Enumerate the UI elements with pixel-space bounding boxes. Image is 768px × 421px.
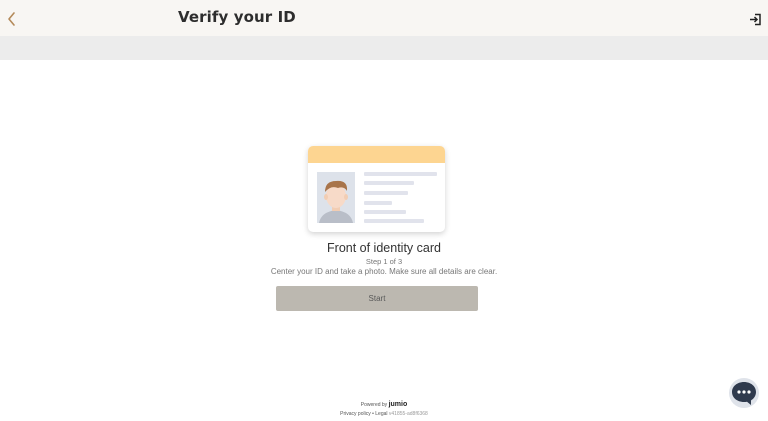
id-card-text-line (364, 210, 406, 214)
progress-bar-area (0, 36, 768, 60)
exit-icon[interactable] (749, 13, 762, 26)
header: Verify your ID (0, 0, 768, 36)
jumio-logo: jumio (388, 401, 408, 408)
privacy-policy-link[interactable]: Privacy policy (340, 411, 371, 417)
document-title: Front of identity card (327, 241, 441, 255)
chat-icon[interactable] (728, 377, 760, 409)
id-card-text-line (364, 181, 414, 185)
id-card-text-line (364, 201, 392, 205)
start-button[interactable]: Start (276, 286, 478, 311)
version-label: v41855-ad8f6368 (388, 411, 428, 417)
id-card-text-line (364, 191, 408, 195)
chevron-left-icon[interactable] (5, 10, 19, 28)
powered-by-label: Powered by (360, 402, 388, 408)
footer-separator: • (372, 411, 374, 417)
step-indicator: Step 1 of 3 (365, 257, 403, 266)
avatar-illustration (317, 172, 355, 223)
id-card-illustration (308, 146, 445, 232)
id-card-text-line (364, 219, 424, 223)
legal-link[interactable]: Legal (375, 411, 387, 417)
page-title: Verify your ID (178, 8, 296, 26)
instructions-text: Center your ID and take a photo. Make su… (270, 267, 498, 276)
powered-by: Powered by jumio (0, 401, 768, 408)
id-card-text-line (364, 172, 437, 176)
id-card-band (308, 146, 445, 163)
footer-links: Privacy policy • Legal v41855-ad8f6368 (0, 411, 768, 417)
